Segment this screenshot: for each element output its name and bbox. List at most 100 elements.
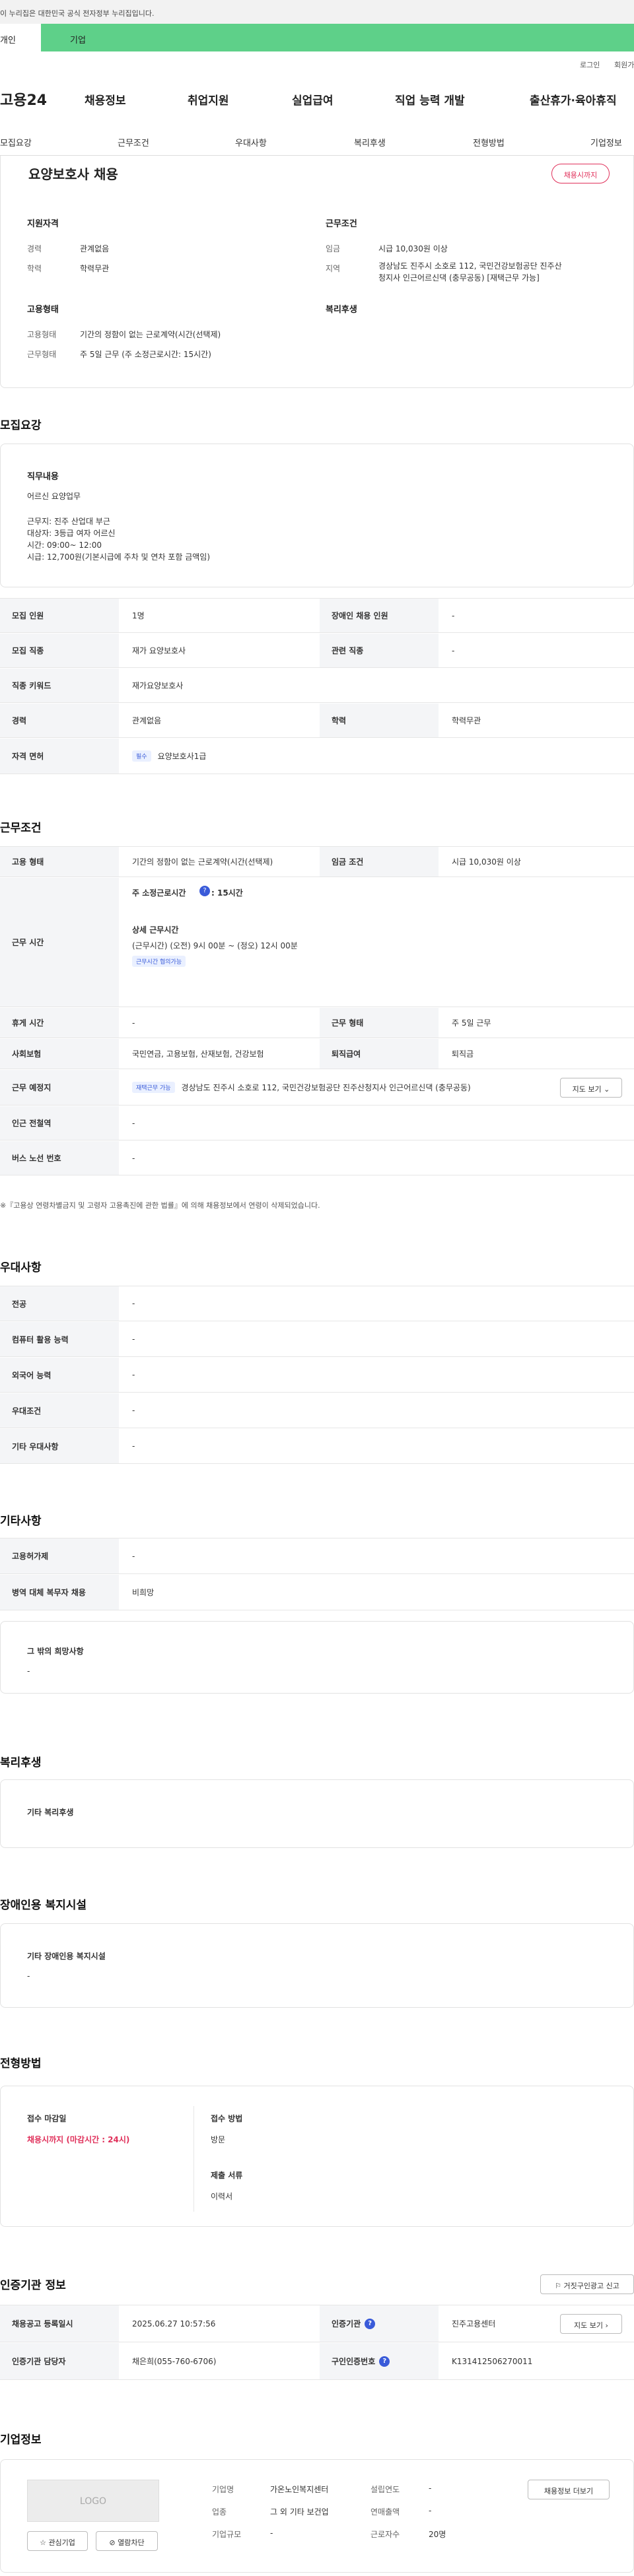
work-form-value: 주 5일 근무 (주 소정근로시간: 15시간) [80,350,211,359]
table-header: 사회보험 [0,1039,119,1069]
more-jobs-button[interactable]: 채용정보 더보기 [528,2480,610,2499]
table-header: 고용 형태 [0,847,119,876]
favorite-company-button[interactable]: ☆ 관심기업 [27,2531,88,2551]
table-header: 인근 전철역 [0,1106,119,1140]
tab-individual[interactable]: 개인 [0,24,40,51]
report-false-ad-button[interactable]: ⚐ 거짓구인광고 신고 [540,2274,634,2294]
recruit-section-title: 모집요강 [0,419,42,432]
table-header: 퇴직급여 [320,1039,439,1069]
career-value: 관계없음 [80,244,110,253]
login-link[interactable]: 로그인 [580,59,600,70]
table-header: 병역 대체 복무자 채용 [0,1575,119,1610]
table-row: 경력 관계없음 학력 학력무관 [0,704,634,738]
table-cell: 채은희(055-760-6706) [132,2357,217,2366]
gnb-leave[interactable]: 출산휴가·육아휴직 [530,91,634,108]
agency-map-button[interactable]: 지도 보기 › [560,2314,622,2334]
process-section-title: 전형방법 [0,2057,42,2070]
table-cell: 퇴직금 [452,1049,474,1059]
subnav-company[interactable]: 기업정보 [590,136,622,149]
subnav-work[interactable]: 근무조건 [118,136,149,149]
table-cell: 기간의 정함이 없는 근로계약(시간(선택제) [132,857,273,867]
cert-no-label: 구인인증번호 [332,2357,376,2366]
weekly-hours-value: : 15시간 [211,888,243,898]
info-icon[interactable]: ? [199,886,210,896]
disab-section-title: 장애인용 복지시설 [0,1899,87,1912]
table-row: 외국어 능력 - [0,1358,634,1393]
duty-line: 근무지: 진주 산업대 부근 [27,517,110,526]
work-place-value: 경상남도 진주시 소호로 112, 국민건강보험공단 진주산청지사 인근어르신댁… [181,1083,471,1092]
join-link[interactable]: 회원가입 [614,59,634,70]
duty-card: 직무내용 어르신 요양업무 근무지: 진주 산업대 부근 대상자: 3등급 여자… [0,444,634,587]
table-cell: - [132,1335,135,1344]
table-cell: - [132,1441,135,1451]
docs-heading: 제출 서류 [211,2171,243,2180]
career-label: 경력 [27,244,42,253]
table-row: 모집 인원 1명 장애인 채용 인원 - [0,599,634,633]
table-row: 버스 노선 번호 - [0,1141,634,1175]
table-cell: - [452,611,455,620]
subnav-recruit[interactable]: 모집요강 [0,136,32,149]
etc-section-title: 기타사항 [0,1515,42,1528]
subnav-welfare[interactable]: 복리후생 [354,136,386,149]
sales-value: - [429,2506,432,2515]
table-cell: - [132,1406,135,1415]
duty-line: 시간: 09:00~ 12:00 [27,541,102,550]
gov-notice: 이 누리집은 대한민국 공식 전자정부 누리집입니다. [0,9,155,18]
work-table: 고용 형태 기간의 정함이 없는 근로계약(시간(선택제) 임금 조건 시급 1… [0,846,634,1196]
table-row: 전공 - [0,1286,634,1321]
table-header: 학력 [320,704,439,737]
table-row: 채용공고 등록일시 2025.06.27 10:57:56 인증기관? 진주고용… [0,2305,634,2342]
tab-corporate[interactable]: 기업 [41,24,634,51]
table-cell: 2025.06.27 10:57:56 [132,2319,216,2328]
hope-card: 그 밖의 희망사항 - [0,1621,634,1694]
company-section-title: 기업정보 [0,2433,42,2447]
table-header: 전공 [0,1286,119,1321]
user-type-tabs: 개인 기업 [0,24,634,51]
deadline-badge: 채용시까지 [551,164,610,183]
welfare-card: 기타 복리후생 [0,1779,634,1848]
gnb-unemployment-benefit[interactable]: 실업급여 [292,91,334,108]
block-icon: ⊘ [109,2538,116,2547]
table-row: 고용허가제 - [0,1538,634,1574]
table-cell: K131412506270011 [452,2356,533,2366]
table-cell: 관계없음 [132,716,162,725]
table-header: 컴퓨터 활용 능력 [0,1322,119,1356]
table-header: 구인인증번호? [320,2343,439,2379]
map-button[interactable]: 지도 보기 ⌄ [560,1078,622,1098]
etc-table: 고용허가제 - 병역 대체 복무자 채용 비희망 [0,1538,634,1610]
table-row: 고용 형태 기간의 정함이 없는 근로계약(시간(선택제) 임금 조건 시급 1… [0,847,634,877]
required-badge: 필수 [132,750,151,762]
gnb-employment-support[interactable]: 취업지원 [188,91,229,108]
table-header: 장애인 채용 인원 [320,599,439,632]
wage-label: 임금 [326,244,341,253]
table-cell: 1명 [132,611,145,620]
table-row: 근무 예정지 재택근무 가능 경상남도 진주시 소호로 112, 국민건강보험공단… [0,1070,634,1106]
deadline-heading: 접수 마감일 [27,2114,67,2123]
table-header: 경력 [0,704,119,737]
disab-value: - [27,1971,30,1981]
industry-value: 그 외 기타 보건업 [270,2507,329,2517]
site-logo[interactable]: 고용24 [0,88,47,110]
gnb-job-training[interactable]: 직업 능력 개발 [395,91,465,108]
weekly-hours-label: 주 소정근로시간 [132,888,186,898]
table-row: 사회보험 국민연금, 고용보험, 산재보험, 건강보험 퇴직급여 퇴직금 [0,1039,634,1069]
subnav-pref[interactable]: 우대사항 [235,136,267,149]
star-icon: ☆ [40,2538,46,2547]
qual-heading: 지원자격 [27,219,59,229]
table-row: 직종 키워드 재가요양보호사 [0,669,634,703]
company-card: LOGO ☆ 관심기업 ⊘ 열람차단 기업명 가온노인복지센터 설립연도 - 업… [0,2459,634,2573]
block-view-button[interactable]: ⊘ 열람차단 [96,2531,158,2551]
table-header: 휴게 시간 [0,1008,119,1038]
table-header: 고용허가제 [0,1538,119,1573]
gnb-jobs[interactable]: 채용정보 [85,91,126,108]
info-icon[interactable]: ? [365,2318,376,2329]
subnav-process[interactable]: 전형방법 [473,136,505,149]
remote-badge: 재택근무 가능 [132,1082,175,1093]
table-row: 우대조건 - [0,1393,634,1428]
table-cell: - [132,1370,135,1379]
section-subnav: 모집요강 근무조건 우대사항 복리후생 전형방법 기업정보 [0,132,634,156]
table-cell: - [132,1118,135,1128]
info-icon[interactable]: ? [379,2356,390,2367]
duty-line: 시급: 12,700원(기본시급에 주차 및 연차 포함 금액임) [27,552,211,562]
table-cell: 재택근무 가능 경상남도 진주시 소호로 112, 국민건강보험공단 진주산청지사… [132,1070,555,1105]
